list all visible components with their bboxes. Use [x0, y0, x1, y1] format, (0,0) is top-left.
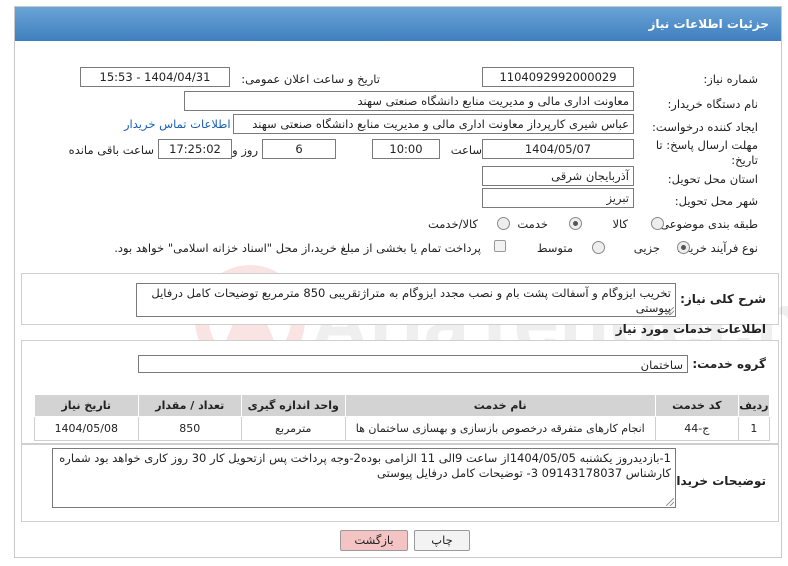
- process-option-minor: جزیی: [633, 241, 660, 255]
- print-button[interactable]: چاپ: [414, 530, 470, 551]
- buyer-label: نام دستگاه خریدار:: [667, 97, 758, 111]
- treasury-note: پرداخت تمام یا بخشی از مبلغ خرید،از محل …: [114, 241, 481, 255]
- city-label: شهر محل تحویل:: [674, 194, 758, 208]
- remaining-label: ساعت باقی مانده: [68, 143, 154, 157]
- buyer-field[interactable]: معاونت اداری مالی و مدیریت منابع دانشگاه…: [184, 91, 634, 111]
- category-radio-service[interactable]: [569, 217, 582, 230]
- col-service-name: نام خدمت: [344, 394, 656, 417]
- col-service-code: کد خدمت: [654, 394, 739, 417]
- cell-unit: مترمربع: [241, 416, 346, 441]
- cell-need-date: 1404/05/08: [34, 416, 139, 441]
- buyer-notes-label: توضیحات خریدار:: [664, 474, 766, 488]
- category-option-goods: کالا: [612, 217, 628, 231]
- buyer-contact-link[interactable]: اطلاعات تماس خریدار: [124, 117, 231, 131]
- deadline-label: مهلت ارسال پاسخ: تا: [655, 138, 758, 152]
- page-title: جزئیات اطلاعات نیاز: [15, 7, 781, 41]
- deadline-time-field[interactable]: 10:00: [372, 139, 440, 159]
- category-radio-goods-service[interactable]: [497, 217, 510, 230]
- remaining-time-field[interactable]: 17:25:02: [158, 139, 232, 159]
- services-table: ردیف کد خدمت نام خدمت واحد اندازه گیری ت…: [34, 394, 771, 441]
- summary-text: تخریب ایزوگام و آسفالت پشت بام و نصب مجد…: [151, 286, 671, 315]
- deadline-time-label: ساعت: [450, 143, 482, 157]
- announce-label: تاریخ و ساعت اعلان عمومی:: [241, 72, 380, 86]
- summary-textarea[interactable]: تخریب ایزوگام و آسفالت پشت بام و نصب مجد…: [136, 283, 676, 317]
- remaining-days-field[interactable]: 6: [262, 139, 336, 159]
- province-label: استان محل تحویل:: [667, 172, 758, 186]
- resize-grip-icon[interactable]: [666, 498, 674, 506]
- creator-label: ایجاد کننده درخواست:: [652, 120, 758, 134]
- deadline-label-date: تاریخ:: [731, 153, 758, 167]
- process-radio-minor[interactable]: [677, 241, 690, 254]
- buyer-notes-textarea[interactable]: 1-بازدیدروز یکشنبه 1404/05/05از ساعت 9ال…: [52, 448, 676, 508]
- city-field[interactable]: تبریز: [482, 188, 634, 208]
- cell-quantity: 850: [137, 416, 243, 441]
- services-section-title: اطلاعات خدمات مورد نیاز: [615, 322, 766, 336]
- process-option-medium: متوسط: [536, 241, 573, 255]
- buyer-notes-text: 1-بازدیدروز یکشنبه 1404/05/05از ساعت 9ال…: [59, 451, 671, 480]
- deadline-date-field[interactable]: 1404/05/07: [482, 139, 634, 159]
- category-radio-goods[interactable]: [651, 217, 664, 230]
- back-button[interactable]: بازگشت: [340, 530, 408, 551]
- service-group-label: گروه خدمت:: [692, 357, 766, 371]
- treasury-checkbox[interactable]: [494, 240, 506, 252]
- need-number-label: شماره نیاز:: [703, 72, 758, 86]
- category-option-service: خدمت: [517, 217, 548, 231]
- province-field[interactable]: آذربایجان شرقی: [482, 166, 634, 186]
- creator-field[interactable]: عباس شیری کارپرداز معاونت اداری مالی و م…: [233, 114, 634, 134]
- announce-field[interactable]: 1404/04/31 - 15:53: [80, 67, 230, 87]
- summary-label: شرح کلی نیاز:: [680, 292, 766, 306]
- resize-grip-icon[interactable]: [666, 307, 674, 315]
- services-table-header: ردیف کد خدمت نام خدمت واحد اندازه گیری ت…: [34, 394, 771, 417]
- col-quantity: تعداد / مقدار: [137, 394, 243, 417]
- col-need-date: تاریخ نیاز: [34, 394, 139, 417]
- service-group-field[interactable]: ساختمان: [138, 355, 688, 373]
- category-label: طبقه بندی موضوعی:: [656, 217, 758, 231]
- cell-row: 1: [737, 416, 771, 441]
- cell-service-code: ج-44: [654, 416, 739, 441]
- table-row: 1 ج-44 انجام کارهای متفرقه درخصوص بازساز…: [34, 416, 771, 441]
- category-option-goods-service: کالا/خدمت: [427, 217, 478, 231]
- col-unit: واحد اندازه گیری: [241, 394, 346, 417]
- col-row: ردیف: [737, 394, 771, 417]
- cell-service-name: انجام کارهای متفرقه درخصوص بازسازی و بهس…: [344, 416, 656, 441]
- need-number-field[interactable]: 1104092992000029: [482, 67, 634, 87]
- process-radio-medium[interactable]: [592, 241, 605, 254]
- days-label: روز و: [232, 143, 258, 157]
